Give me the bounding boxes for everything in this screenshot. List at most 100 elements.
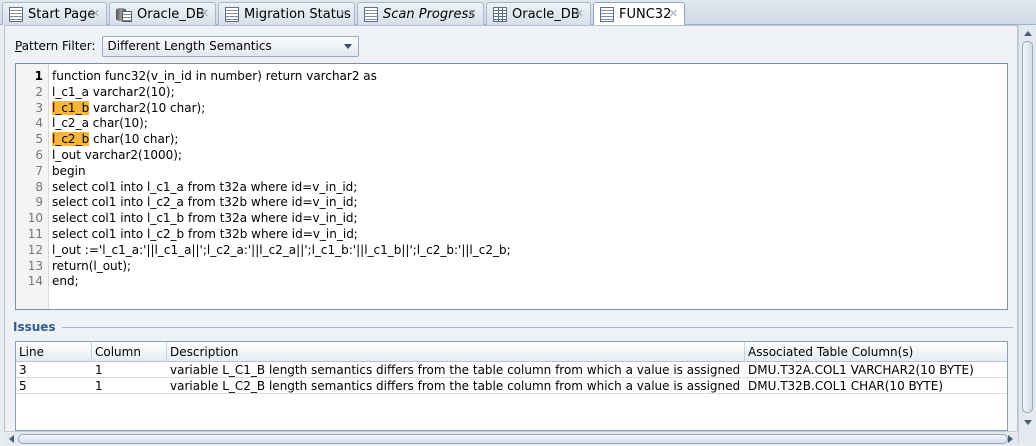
line-number: 12 (27, 242, 43, 257)
chevron-down-icon[interactable] (343, 43, 352, 49)
code-line[interactable]: 9 select col1 into l_c2_a from t32b where… (16, 194, 1007, 210)
scroll-down-button[interactable] (1021, 416, 1034, 429)
scrollbar-thumb[interactable] (18, 434, 1008, 444)
tab-scan-progress[interactable]: Scan Progress ✕ (357, 2, 484, 25)
scroll-up-button[interactable] (1021, 27, 1034, 40)
code-text: l_out varchar2(1000); (52, 148, 182, 162)
code-line[interactable]: 8 select col1 into l_c1_a from t32a where… (16, 179, 1007, 195)
close-icon[interactable]: ✕ (669, 7, 678, 20)
close-icon[interactable]: ✕ (339, 7, 348, 20)
code-line[interactable]: 1 function func32(v_in_id in number) retu… (16, 68, 1007, 84)
tab-label: FUNC32 (619, 7, 672, 22)
pattern-filter-select[interactable]: Different Length Semantics (101, 35, 359, 57)
code-text: return(l_out); (52, 258, 132, 273)
line-number: 7 (35, 163, 43, 178)
code-text: l_c1_a varchar2(10); (52, 84, 175, 99)
line-number: 6 (35, 148, 43, 162)
issues-section-header: Issues (13, 320, 1013, 334)
cell-associated-table-column: DMU.T32B.COL1 CHAR(10 BYTE) (748, 379, 944, 393)
tab-oracle-db[interactable]: Oracle_DB ✕ (109, 2, 216, 25)
line-number: 8 (35, 179, 43, 194)
code-line[interactable]: 13 return(l_out); (16, 258, 1007, 274)
code-text: select col1 into l_c2_a from t32b where … (52, 195, 358, 210)
code-text: function func32(v_in_id in number) retur… (52, 69, 377, 83)
pattern-filter-label: Pattern Filter: (15, 39, 96, 53)
cell-associated-table-column: DMU.T32A.COL1 VARCHAR2(10 BYTE) (748, 363, 974, 377)
func32-panel: Pattern Filter: Different Length Semanti… (4, 25, 1018, 443)
scroll-left-button[interactable] (5, 433, 17, 445)
document-icon (225, 6, 239, 22)
column-header-column[interactable]: Column (92, 342, 167, 362)
horizontal-scrollbar[interactable] (4, 431, 1018, 445)
code-text: select col1 into l_c2_b from t32b where … (52, 227, 358, 241)
cell-line: 3 (19, 363, 27, 377)
line-number: 1 (34, 69, 43, 83)
line-number: 3 (35, 100, 43, 115)
code-text: l_c2_a char(10); (52, 116, 148, 131)
tab-start-page[interactable]: Start Page ✕ (2, 2, 107, 25)
code-text: l_c2_b char(10 char); (52, 132, 179, 147)
scrollbar-thumb[interactable] (1022, 41, 1033, 413)
close-icon[interactable]: ✕ (200, 7, 209, 20)
code-line[interactable]: 7 begin (16, 163, 1007, 179)
line-number: 14 (27, 274, 43, 289)
code-line[interactable]: 4 l_c2_a char(10); (16, 115, 1007, 131)
highlighted-variable[interactable]: l_c1_b (52, 100, 90, 115)
tab-label: Scan Progress (383, 6, 476, 22)
cell-column: 1 (95, 379, 103, 393)
tab-oracle-db-grid[interactable]: Oracle_DB ✕ (486, 2, 591, 25)
close-icon[interactable]: ✕ (91, 7, 100, 20)
tab-label: Oracle_DB (512, 6, 580, 22)
table-header: Line Column Description Associated Table… (16, 342, 1007, 362)
column-header-line[interactable]: Line (16, 342, 92, 362)
code-text: select col1 into l_c1_a from t32a where … (52, 179, 358, 194)
tab-migration-status[interactable]: Migration Status ✕ (218, 2, 355, 25)
pattern-filter-row: Pattern Filter: Different Length Semanti… (15, 35, 359, 57)
highlighted-variable[interactable]: l_c2_b (52, 132, 90, 147)
editor-tab-strip: Start Page ✕ Oracle_DB ✕ Migration Statu… (0, 0, 1036, 26)
table-row[interactable]: 5 1 variable L_C2_B length semantics diffe… (16, 378, 1007, 394)
tab-label: Migration Status (244, 6, 351, 22)
document-icon (600, 7, 614, 22)
cell-description: variable L_C1_B length semantics differs… (170, 363, 741, 377)
code-line[interactable]: 2 l_c1_a varchar2(10); (16, 84, 1007, 100)
vertical-scrollbar[interactable] (1018, 25, 1036, 443)
line-number: 13 (27, 258, 43, 273)
grid-icon (493, 6, 507, 22)
line-number: 11 (27, 227, 43, 241)
code-line[interactable]: 14 end; (16, 273, 1007, 289)
code-text: select col1 into l_c1_b from t32a where … (52, 211, 358, 226)
tab-label: Oracle_DB (137, 6, 205, 22)
code-line[interactable]: 10 select col1 into l_c1_b from t32a wher… (16, 210, 1007, 226)
line-number: 5 (35, 132, 43, 147)
code-line[interactable]: 3 l_c1_b varchar2(10 char); (16, 100, 1007, 116)
document-icon (364, 6, 378, 22)
document-icon (9, 6, 23, 22)
code-line[interactable]: 6 l_out varchar2(1000); (16, 147, 1007, 163)
code-line[interactable]: 12 l_out :='l_c1_a:'||l_c1_a||';l_c2_a:'|… (16, 242, 1007, 258)
code-text: l_out :='l_c1_a:'||l_c1_a||';l_c2_a:'||l… (52, 242, 511, 257)
tab-func32[interactable]: FUNC32 ✕ (593, 2, 685, 26)
code-line[interactable]: 5 l_c2_b char(10 char); (16, 131, 1007, 147)
close-icon[interactable]: ✕ (468, 7, 477, 20)
issues-title: Issues (13, 320, 56, 334)
line-number: 9 (35, 195, 43, 210)
table-row[interactable]: 3 1 variable L_C1_B length semantics diffe… (16, 362, 1007, 378)
line-number: 2 (35, 84, 43, 99)
line-number: 4 (35, 116, 43, 131)
tab-label: Start Page (28, 6, 96, 22)
code-line[interactable]: 11 select col1 into l_c2_b from t32b wher… (16, 226, 1007, 242)
divider (61, 326, 1013, 328)
code-text: l_c1_b varchar2(10 char); (52, 100, 206, 115)
cell-column: 1 (95, 363, 103, 377)
scroll-right-button[interactable] (1004, 433, 1016, 445)
cell-line: 5 (19, 379, 27, 393)
cell-description: variable L_C2_B length semantics differs… (170, 379, 741, 393)
column-header-associated-table-columns[interactable]: Associated Table Column(s) (745, 342, 1007, 362)
code-editor[interactable]: 1 function func32(v_in_id in number) retu… (15, 63, 1008, 310)
database-icon (116, 7, 132, 22)
issues-table: Line Column Description Associated Table… (15, 341, 1008, 431)
close-icon[interactable]: ✕ (575, 7, 584, 20)
column-header-description[interactable]: Description (167, 342, 745, 362)
pattern-filter-value: Different Length Semantics (107, 39, 272, 53)
